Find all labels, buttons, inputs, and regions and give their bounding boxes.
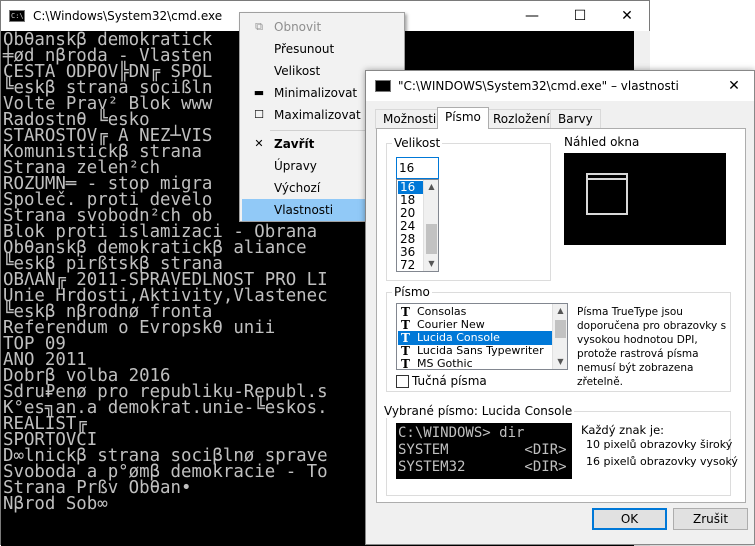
menu-item-label: Výchozí [274,181,321,195]
dialog-close-button[interactable]: ✕ [714,71,754,101]
truetype-icon: T [401,344,410,358]
sample-line: C:\WINDOWS> dir [398,425,525,441]
console-icon[interactable]: C:\ [9,10,25,22]
sample-line: SYSTEM32 <DIR> [398,459,567,475]
truetype-icon: T [401,331,410,345]
close-button[interactable]: ✕ [604,1,650,31]
font-info-text: Písma TrueType jsou doporučena pro obraz… [577,306,727,388]
size-group-label: Velikost [392,136,443,150]
dialog-titlebar[interactable]: "C:\WINDOWS\System32\cmd.exe" – vlastnos… [366,71,754,101]
bold-checkbox-label[interactable]: Tučná písma [412,374,487,388]
menu-item-label: Úpravy [274,159,317,173]
tab-options[interactable]: Možnosti [375,109,445,129]
menu-item-label: Obnovit [274,20,322,34]
list-item[interactable]: T Consolas [398,305,552,319]
scroll-thumb[interactable] [426,224,437,254]
truetype-icon: T [401,357,410,370]
maximize-button[interactable]: ☐ [557,1,603,31]
list-item[interactable]: T Lucida Console [398,331,552,345]
size-list[interactable]: 16 18 20 24 28 36 72 ▲ ▼ [396,179,439,272]
ok-button[interactable]: OK [592,508,667,530]
font-name: Courier New [417,318,485,331]
size-input[interactable]: 16 [396,157,439,179]
minimize-button[interactable]: — [509,1,555,31]
menu-item-label: Zavřít [274,137,315,151]
console-icon [375,80,391,92]
tab-layout[interactable]: Rozložení [485,109,558,129]
font-name: Consolas [417,305,467,318]
font-group-label: Písmo [392,285,432,299]
scroll-down-icon[interactable]: ▼ [553,355,567,369]
cmd-window-title: C:\Windows\System32\cmd.exe [33,9,223,23]
char-height-info: 16 pixelů obrazovky vysoký [586,455,738,468]
list-item[interactable]: T Courier New [398,318,552,332]
tab-colors[interactable]: Barvy [550,109,601,129]
cancel-button[interactable]: Zrušit [673,508,748,530]
font-list-scrollbar[interactable]: ▲ ▼ [552,304,567,369]
preview-window-bar [588,175,626,180]
menu-item-label: Vlastnosti [274,203,334,217]
menu-item-label: Minimalizovat [274,86,358,100]
size-list-scrollbar[interactable]: ▲ ▼ [423,180,438,271]
list-item[interactable]: T Lucida Sans Typewriter [398,344,552,358]
scroll-up-icon[interactable]: ▲ [424,180,438,194]
dialog-title: "C:\WINDOWS\System32\cmd.exe" – vlastnos… [398,79,679,93]
window-preview [564,153,726,245]
tab-font[interactable]: Písmo [437,107,489,129]
menu-item-label: Přesunout [274,42,335,56]
font-name: Lucida Console [417,331,500,344]
font-name: MS Gothic [417,357,473,370]
menu-item-move[interactable]: Přesunout [242,38,402,60]
truetype-icon: T [401,305,410,319]
scroll-thumb[interactable] [555,320,566,338]
close-icon: ✕ [254,137,264,150]
sample-line: SYSTEM <DIR> [398,442,567,458]
truetype-icon: T [401,318,410,332]
preview-window-icon [586,173,628,215]
char-info-heading: Každý znak je: [581,423,665,437]
menu-item-restore[interactable]: ⧉ Obnovit [242,16,402,38]
char-width-info: 10 pixelů obrazovky široký [586,438,733,451]
scroll-down-icon[interactable]: ▼ [424,257,438,271]
menu-item-label: Velikost [274,64,321,78]
preview-label: Náhled okna [564,135,640,149]
menu-item-label: Maximalizovat [274,108,361,122]
restore-icon: ⧉ [255,20,263,33]
selected-font-label: Vybrané písmo: Lucida Console [382,404,575,418]
font-sample: C:\WINDOWS> dir SYSTEM <DIR> SYSTEM32 <D… [396,423,572,479]
list-item[interactable]: 72 [398,259,423,272]
minimize-icon: ▬ [253,86,265,99]
bold-checkbox[interactable] [396,375,409,388]
list-item[interactable]: T MS Gothic [398,357,552,370]
console-line: Nβrod Sob∞ [3,494,108,514]
maximize-icon: ☐ [254,108,264,121]
font-name: Lucida Sans Typewriter [417,344,544,357]
font-list[interactable]: T Consolas T Courier New T Lucida Consol… [396,303,568,370]
properties-dialog: "C:\WINDOWS\System32\cmd.exe" – vlastnos… [365,70,755,545]
scroll-up-icon[interactable]: ▲ [553,304,567,318]
